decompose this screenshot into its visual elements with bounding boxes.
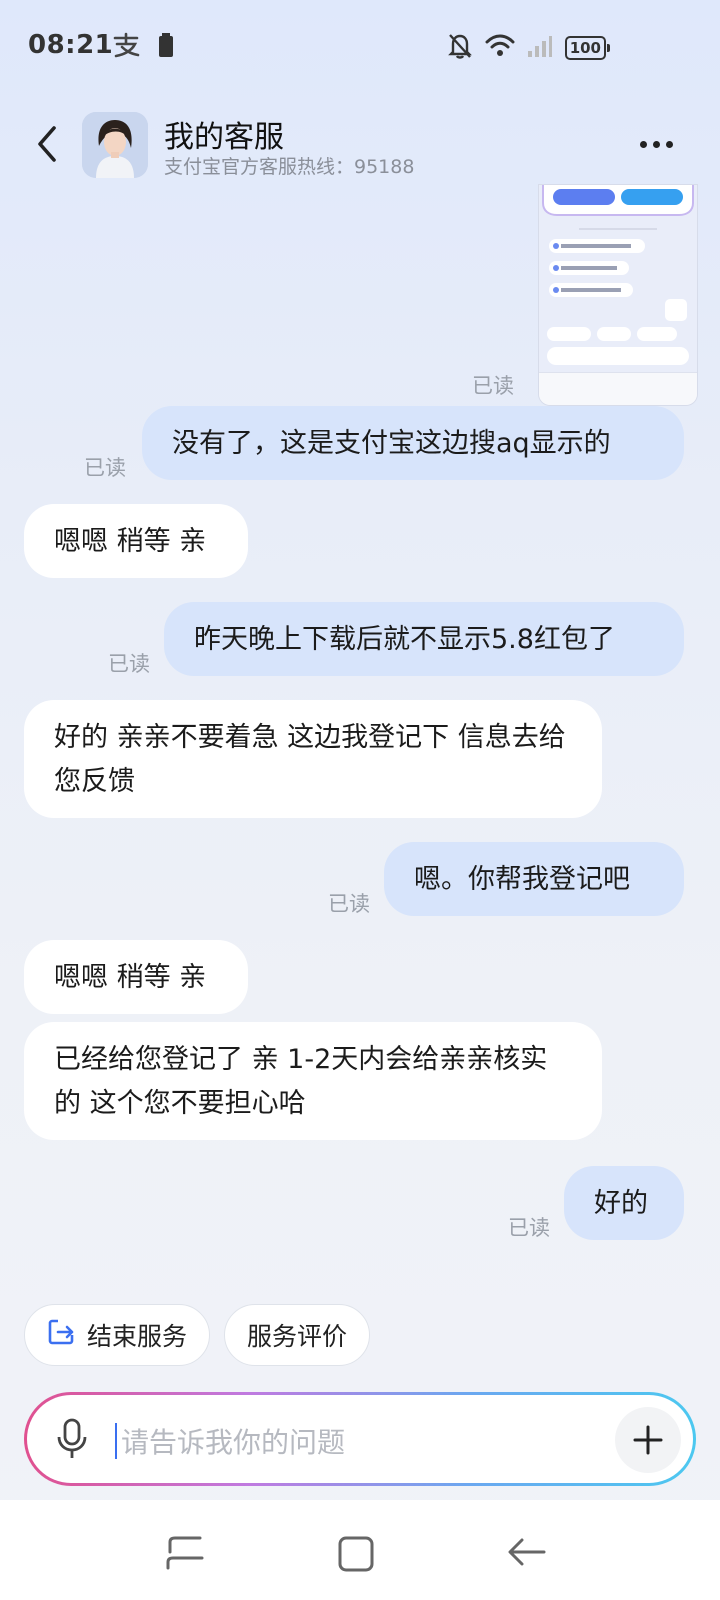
end-service-button[interactable]: 结束服务 [24, 1304, 211, 1366]
status-time: 08:21 [28, 30, 114, 60]
text-cursor [115, 1423, 117, 1459]
service-rating-button[interactable]: 服务评价 [224, 1304, 371, 1366]
hotline-subtitle: 支付宝官方客服热线：95188 [164, 156, 415, 178]
back-nav-icon [508, 1538, 546, 1566]
plus-icon [633, 1425, 663, 1455]
read-receipt: 已读 [472, 374, 514, 398]
more-button[interactable] [640, 134, 680, 154]
message-input[interactable]: 请告诉我你的问题 [121, 1421, 345, 1461]
battery-icon [158, 32, 174, 62]
recent-apps-button[interactable] [164, 1532, 208, 1576]
status-right-icons: 100 [447, 32, 610, 64]
wifi-icon [485, 33, 515, 63]
read-receipt: 已读 [328, 892, 370, 916]
end-service-label: 结束服务 [87, 1322, 188, 1351]
avatar[interactable] [82, 112, 148, 178]
exit-icon [47, 1318, 75, 1352]
message-bubble-received[interactable]: 好的 亲亲不要着急 这边我登记下 信息去给您反馈 [24, 700, 602, 818]
recent-apps-icon [166, 1536, 204, 1570]
home-icon [338, 1536, 374, 1572]
status-bar: 08:21 100 [0, 0, 720, 96]
system-nav-bar [0, 1500, 720, 1600]
message-bubble-sent[interactable]: 嗯。你帮我登记吧 [384, 842, 684, 916]
mic-icon [57, 1418, 87, 1458]
chat-messages[interactable]: 已读 已读 没有了，这是支付宝这边搜aq显示的 嗯嗯 稍等 亲 已读 昨天晚上下… [0, 184, 720, 1284]
bell-off-icon [447, 32, 473, 64]
page-title: 我的客服 [164, 120, 284, 155]
back-icon [38, 126, 56, 162]
message-bubble-sent[interactable]: 好的 [564, 1166, 684, 1240]
message-bubble-received[interactable]: 嗯嗯 稍等 亲 [24, 504, 248, 578]
add-button[interactable] [615, 1407, 681, 1473]
read-receipt: 已读 [508, 1216, 550, 1240]
status-left-icons [112, 32, 174, 62]
message-bubble-sent[interactable]: 昨天晚上下载后就不显示5.8红包了 [164, 602, 684, 676]
signal-icon [527, 33, 553, 63]
more-icon [640, 140, 647, 148]
back-nav-button[interactable] [504, 1532, 548, 1576]
home-button[interactable] [336, 1532, 380, 1576]
service-rating-label: 服务评价 [247, 1322, 348, 1351]
message-input-bar[interactable]: 请告诉我你的问题 [24, 1392, 696, 1486]
battery-level: 100 [564, 36, 610, 60]
message-bubble-sent[interactable]: 没有了，这是支付宝这边搜aq显示的 [142, 406, 684, 480]
message-bubble-received[interactable]: 已经给您登记了 亲 1-2天内会给亲亲核实 的 这个您不要担心哈 [24, 1022, 602, 1140]
read-receipt: 已读 [84, 456, 126, 480]
chat-header: 我的客服 支付宝官方客服热线：95188 [0, 104, 720, 184]
mic-button[interactable] [55, 1417, 89, 1465]
read-receipt: 已读 [108, 652, 150, 676]
shared-screenshot-image[interactable] [538, 184, 698, 406]
quick-actions: 结束服务 服务评价 [24, 1304, 371, 1366]
alipay-icon [112, 32, 140, 62]
back-button[interactable] [28, 122, 68, 166]
message-bubble-received[interactable]: 嗯嗯 稍等 亲 [24, 940, 248, 1014]
